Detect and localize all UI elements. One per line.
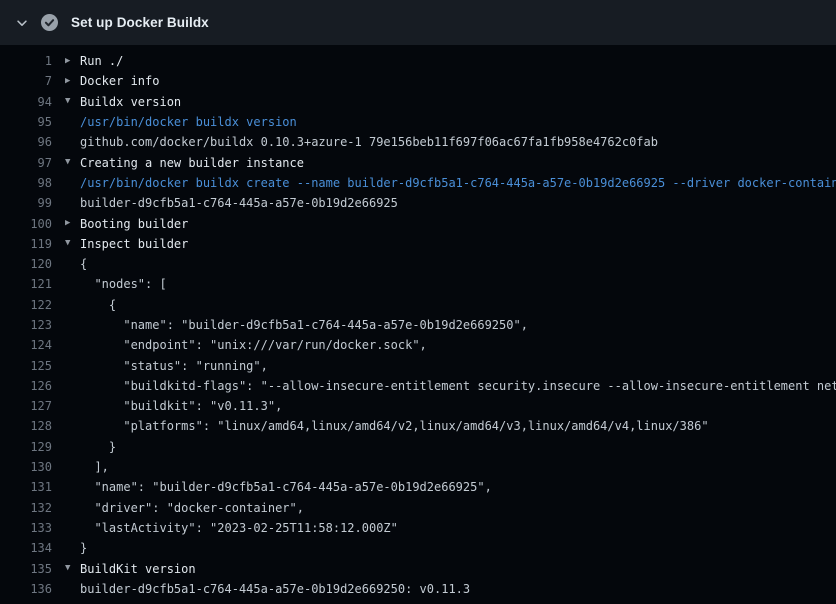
- step-title: Set up Docker Buildx: [71, 15, 209, 30]
- log-line: 128 "platforms": "linux/amd64,linux/amd6…: [0, 416, 836, 436]
- log-output-text: "name": "builder-d9cfb5a1-c764-445a-a57e…: [80, 318, 836, 332]
- line-number[interactable]: 98: [0, 176, 52, 190]
- log-group-title[interactable]: Buildx version: [80, 95, 836, 109]
- log-group-title[interactable]: Inspect builder: [80, 237, 836, 251]
- log-output-text: "buildkitd-flags": "--allow-insecure-ent…: [80, 379, 836, 393]
- log-output-text: "endpoint": "unix:///var/run/docker.sock…: [80, 338, 836, 352]
- line-number[interactable]: 121: [0, 277, 52, 291]
- log-output-text: github.com/docker/buildx 0.10.3+azure-1 …: [80, 135, 836, 149]
- log-line: 122 {: [0, 295, 836, 315]
- line-number[interactable]: 120: [0, 257, 52, 271]
- line-number[interactable]: 125: [0, 359, 52, 373]
- log-line: 126 "buildkitd-flags": "--allow-insecure…: [0, 376, 836, 396]
- log-line: 98/usr/bin/docker buildx create --name b…: [0, 173, 836, 193]
- line-number[interactable]: 97: [0, 156, 52, 170]
- log-line: 125 "status": "running",: [0, 355, 836, 375]
- line-number[interactable]: 131: [0, 480, 52, 494]
- log-output-text: "name": "builder-d9cfb5a1-c764-445a-a57e…: [80, 480, 836, 494]
- line-number[interactable]: 1: [0, 54, 52, 68]
- log-body: 1▶Run ./7▶Docker info94▼Buildx version95…: [0, 45, 836, 604]
- log-output-text: "lastActivity": "2023-02-25T11:58:12.000…: [80, 521, 836, 535]
- log-command-text: /usr/bin/docker buildx version: [80, 115, 836, 129]
- log-line: 121 "nodes": [: [0, 274, 836, 294]
- log-line: 1▶Run ./: [0, 51, 836, 71]
- log-line: 133 "lastActivity": "2023-02-25T11:58:12…: [0, 518, 836, 538]
- log-line: 134}: [0, 538, 836, 558]
- line-number[interactable]: 123: [0, 318, 52, 332]
- log-line: 135▼BuildKit version: [0, 558, 836, 578]
- line-number[interactable]: 128: [0, 419, 52, 433]
- line-number[interactable]: 130: [0, 460, 52, 474]
- line-number[interactable]: 122: [0, 298, 52, 312]
- log-line: 123 "name": "builder-d9cfb5a1-c764-445a-…: [0, 315, 836, 335]
- log-line: 119▼Inspect builder: [0, 234, 836, 254]
- log-output-text: {: [80, 298, 836, 312]
- line-number[interactable]: 132: [0, 501, 52, 515]
- log-line: 132 "driver": "docker-container",: [0, 498, 836, 518]
- group-collapsed-icon[interactable]: ▶: [52, 57, 80, 66]
- log-line: 96 github.com/docker/buildx 0.10.3+azure-…: [0, 132, 836, 152]
- log-output-text: builder-d9cfb5a1-c764-445a-a57e-0b19d2e6…: [80, 196, 836, 210]
- log-viewer-window: Set up Docker Buildx 1▶Run ./7▶Docker in…: [0, 0, 836, 604]
- group-collapsed-icon[interactable]: ▶: [52, 77, 80, 86]
- group-collapsed-icon[interactable]: ▶: [52, 219, 80, 228]
- log-line: 100▶Booting builder: [0, 213, 836, 233]
- log-line: 97▼Creating a new builder instance: [0, 152, 836, 172]
- log-group-title[interactable]: Creating a new builder instance: [80, 156, 836, 170]
- line-number[interactable]: 127: [0, 399, 52, 413]
- line-number[interactable]: 133: [0, 521, 52, 535]
- log-group-title[interactable]: BuildKit version: [80, 562, 836, 576]
- chevron-down-icon[interactable]: [14, 15, 30, 31]
- log-output-text: "driver": "docker-container",: [80, 501, 836, 515]
- log-line: 99 builder-d9cfb5a1-c764-445a-a57e-0b19d2…: [0, 193, 836, 213]
- group-expanded-icon[interactable]: ▼: [52, 158, 80, 167]
- line-number[interactable]: 100: [0, 217, 52, 231]
- log-line: 129 }: [0, 437, 836, 457]
- log-line: 127 "buildkit": "v0.11.3",: [0, 396, 836, 416]
- line-number[interactable]: 126: [0, 379, 52, 393]
- line-number[interactable]: 95: [0, 115, 52, 129]
- line-number[interactable]: 135: [0, 562, 52, 576]
- log-output-text: builder-d9cfb5a1-c764-445a-a57e-0b19d2e6…: [80, 582, 836, 596]
- log-output-text: }: [80, 440, 836, 454]
- log-line: 130 ],: [0, 457, 836, 477]
- group-expanded-icon[interactable]: ▼: [52, 564, 80, 573]
- log-output-text: "nodes": [: [80, 277, 836, 291]
- log-output-text: }: [80, 541, 836, 555]
- log-line: 94▼Buildx version: [0, 92, 836, 112]
- log-line: 120 {: [0, 254, 836, 274]
- log-line: 131 "name": "builder-d9cfb5a1-c764-445a-…: [0, 477, 836, 497]
- line-number[interactable]: 129: [0, 440, 52, 454]
- log-line: 136 builder-d9cfb5a1-c764-445a-a57e-0b19d…: [0, 579, 836, 599]
- line-number[interactable]: 99: [0, 196, 52, 210]
- group-expanded-icon[interactable]: ▼: [52, 239, 80, 248]
- line-number[interactable]: 96: [0, 135, 52, 149]
- log-line: 95/usr/bin/docker buildx version: [0, 112, 836, 132]
- log-command-text: /usr/bin/docker buildx create --name bui…: [80, 176, 836, 190]
- log-line: 7▶Docker info: [0, 71, 836, 91]
- line-number[interactable]: 94: [0, 95, 52, 109]
- step-header[interactable]: Set up Docker Buildx: [0, 0, 836, 45]
- log-output-text: "status": "running",: [80, 359, 836, 373]
- log-output-text: "buildkit": "v0.11.3",: [80, 399, 836, 413]
- line-number[interactable]: 124: [0, 338, 52, 352]
- log-output-text: ],: [80, 460, 836, 474]
- line-number[interactable]: 119: [0, 237, 52, 251]
- group-expanded-icon[interactable]: ▼: [52, 97, 80, 106]
- log-output-text: "platforms": "linux/amd64,linux/amd64/v2…: [80, 419, 836, 433]
- log-group-title[interactable]: Booting builder: [80, 217, 836, 231]
- log-output-text: {: [80, 257, 836, 271]
- check-circle-icon: [41, 14, 58, 31]
- log-group-title[interactable]: Run ./: [80, 54, 836, 68]
- line-number[interactable]: 134: [0, 541, 52, 555]
- line-number[interactable]: 136: [0, 582, 52, 596]
- log-line: 124 "endpoint": "unix:///var/run/docker.…: [0, 335, 836, 355]
- line-number[interactable]: 7: [0, 74, 52, 88]
- log-group-title[interactable]: Docker info: [80, 74, 836, 88]
